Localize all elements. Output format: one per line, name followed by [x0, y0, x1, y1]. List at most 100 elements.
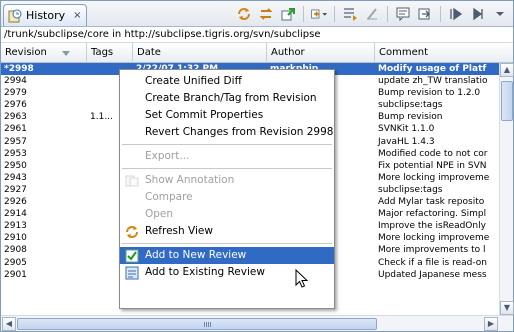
- close-icon[interactable]: ×: [73, 10, 81, 21]
- comment-cell: More locking improveme: [378, 172, 490, 183]
- stop-icon[interactable]: [469, 5, 487, 23]
- menu-separator: [122, 168, 332, 169]
- toolbar-separator: [440, 6, 441, 22]
- column-header-revision[interactable]: Revision: [1, 43, 87, 63]
- refresh-history-icon[interactable]: [257, 5, 275, 23]
- history-icon: [8, 9, 22, 23]
- revision-cell: 2914: [4, 209, 27, 220]
- comment-cell: subclipse:tags: [378, 184, 443, 195]
- comment-cell: SVNKit 1.1.0: [378, 124, 435, 135]
- menu-item-label: Export...: [145, 150, 190, 162]
- menu-item-label: Show Annotation: [145, 174, 235, 186]
- column-header-date[interactable]: Date: [133, 43, 267, 63]
- menu-item-label: Add to New Review: [145, 249, 247, 261]
- revision-cell: 2979: [4, 88, 27, 99]
- menu-separator: [122, 144, 332, 145]
- menu-item-label: Create Branch/Tag from Revision: [145, 92, 317, 104]
- revision-cell: 2901: [4, 269, 27, 280]
- revision-cell: 2905: [4, 257, 27, 268]
- menu-item-label: Add to Existing Review: [145, 266, 265, 278]
- annotation-icon: [125, 174, 139, 188]
- menu-item-compare: Compare: [120, 189, 334, 206]
- menu-item-label: Set Commit Properties: [145, 109, 264, 121]
- link-icon[interactable]: [416, 5, 434, 23]
- menu-item-label: Compare: [145, 191, 193, 203]
- comment-cell: Bump revision to 1.2.0: [378, 88, 481, 99]
- comment-cell: JavaHL 1.4.3: [378, 136, 435, 147]
- menu-item-open: Open: [120, 206, 334, 223]
- vertical-scrollbar[interactable]: ▲ ▼: [499, 63, 514, 315]
- comment-cell: More locking improveme: [378, 233, 490, 244]
- revision-cell: 2943: [4, 172, 27, 183]
- menu-item-label: Revert Changes from Revision 2998: [145, 126, 334, 138]
- comment-cell: Modified code to not cor: [378, 148, 488, 159]
- revision-cell: 2913: [4, 221, 27, 232]
- history-view: History × /trunk/subclipse/core in http:…: [0, 0, 514, 332]
- sync-icon[interactable]: [235, 5, 253, 23]
- menu-item-export: Export...: [120, 148, 334, 165]
- filter-icon[interactable]: [310, 5, 328, 23]
- menu-item-show-annotation: Show Annotation: [120, 172, 334, 189]
- menu-item-create-branch-tag-from-revision[interactable]: Create Branch/Tag from Revision: [120, 90, 334, 107]
- review-check-icon: [125, 249, 139, 263]
- comment-cell: Improve the isReadOnly: [378, 221, 486, 232]
- menu-item-label: Create Unified Diff: [145, 75, 242, 87]
- view-toolbar: [235, 5, 509, 23]
- existing-review-icon: [125, 266, 139, 280]
- refresh-icon: [125, 225, 139, 239]
- comment-cell: subclipse:tags: [378, 100, 443, 111]
- play-icon[interactable]: [447, 5, 465, 23]
- revision-cell: 2957: [4, 136, 27, 147]
- revision-cell: 2926: [4, 197, 27, 208]
- menu-item-label: Open: [145, 208, 174, 220]
- repository-path: /trunk/subclipse/core in http://subclips…: [1, 27, 513, 43]
- scroll-left-icon[interactable]: ◀: [2, 317, 16, 331]
- revision-cell: 2950: [4, 160, 27, 171]
- scroll-down-icon[interactable]: ▼: [500, 301, 514, 315]
- menu-item-set-commit-properties[interactable]: Set Commit Properties: [120, 107, 334, 124]
- vertical-scroll-thumb[interactable]: [501, 81, 513, 121]
- comment-cell: Modify usage of Platf: [378, 64, 487, 74]
- column-header-author[interactable]: Author: [267, 43, 375, 63]
- tab-title: History: [26, 9, 66, 22]
- revision-cell: 2963: [4, 112, 27, 123]
- clear-icon[interactable]: [363, 5, 381, 23]
- column-header-comment[interactable]: Comment: [375, 43, 513, 63]
- view-tab-row: History ×: [1, 1, 513, 27]
- column-header-tags[interactable]: Tags: [87, 43, 133, 63]
- comment-cell: Fix potential NPE in SVN: [378, 160, 487, 171]
- revision-cell: 2927: [4, 184, 27, 195]
- comment-cell: Add Mylar task reposito: [378, 197, 485, 208]
- menu-item-revert-changes-from-revision-2998[interactable]: Revert Changes from Revision 2998: [120, 124, 334, 141]
- horizontal-scrollbar[interactable]: ◀ ▶: [1, 315, 513, 331]
- menu-item-label: Refresh View: [145, 225, 213, 237]
- scroll-up-icon[interactable]: ▲: [500, 63, 514, 77]
- scroll-grip-icon: [204, 322, 212, 327]
- revision-cell: *2998: [4, 64, 34, 74]
- toolbar-separator: [303, 6, 304, 22]
- scroll-right-icon[interactable]: ▶: [484, 317, 498, 331]
- compare-icon[interactable]: [341, 5, 359, 23]
- view-menu-icon[interactable]: [491, 5, 509, 23]
- revision-cell: 2908: [4, 245, 27, 256]
- comment-cell: Check if a file is read-on: [378, 257, 487, 268]
- menu-item-refresh-view[interactable]: Refresh View: [120, 223, 334, 240]
- mouse-cursor-icon: [295, 269, 309, 288]
- comment-cell: Bump revision: [378, 112, 443, 123]
- toolbar-separator: [387, 6, 388, 22]
- menu-item-create-unified-diff[interactable]: Create Unified Diff: [120, 73, 334, 90]
- toolbar-separator: [334, 6, 335, 22]
- history-tab[interactable]: History ×: [3, 4, 87, 26]
- menu-item-add-to-new-review[interactable]: Add to New Review: [120, 247, 334, 264]
- comment-icon[interactable]: [394, 5, 412, 23]
- comment-cell: More improvements to l: [378, 245, 486, 256]
- comment-cell: update zh_TW translatio: [378, 76, 488, 87]
- revision-cell: 2961: [4, 124, 27, 135]
- horizontal-scroll-thumb[interactable]: [17, 318, 377, 330]
- comment-cell: Updated Japanese mess: [378, 269, 487, 280]
- export-icon[interactable]: [279, 5, 297, 23]
- comment-cell: Major refactoring. Simpl: [378, 209, 487, 220]
- revision-cell: 2953: [4, 148, 27, 159]
- sort-descending-icon: [62, 51, 70, 56]
- table-header: Revision Tags Date Author Comment: [1, 43, 513, 63]
